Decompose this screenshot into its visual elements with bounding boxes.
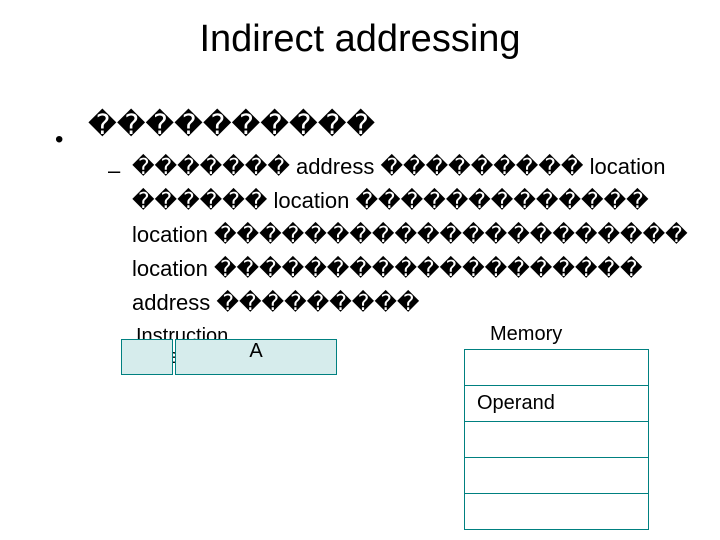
body-text: ������� address ��������� location �����… [132, 150, 720, 320]
body-line1-b: ��������� [380, 154, 583, 179]
memory-row-operand: Operand [465, 386, 649, 422]
memory-row [465, 458, 649, 494]
body-line5-b: ��������� [216, 290, 419, 315]
body-line1-location: location [590, 154, 666, 179]
body-line2-location: location [273, 188, 349, 213]
memory-row [465, 350, 649, 386]
memory-row [465, 422, 649, 458]
sub-bullet-marker: – [108, 158, 120, 184]
body-line5-address: address [132, 290, 210, 315]
body-line2-a: ������ [132, 188, 267, 213]
memory-table: Operand [464, 349, 649, 530]
slide-title: Indirect addressing [0, 18, 720, 61]
instruction-opcode-cell [121, 339, 173, 375]
slide: Indirect addressing • ���������� – �����… [0, 0, 720, 540]
bullet-text: ���������� [88, 108, 375, 141]
body-line3-location: location [132, 222, 208, 247]
body-line2-b: ������������� [355, 188, 648, 213]
memory-label: Memory [490, 323, 562, 346]
bullet-marker: • [55, 128, 63, 152]
body-line1-a: ������� [132, 154, 290, 179]
memory-row [465, 494, 649, 530]
body-line1-address: address [296, 154, 374, 179]
body-line4-b: ������������������� [214, 256, 643, 281]
body-line4-location: location [132, 256, 208, 281]
body-line3-b: ��������������������� [214, 222, 688, 247]
instruction-address-cell: A [175, 339, 337, 375]
instruction-table: A [119, 337, 339, 377]
